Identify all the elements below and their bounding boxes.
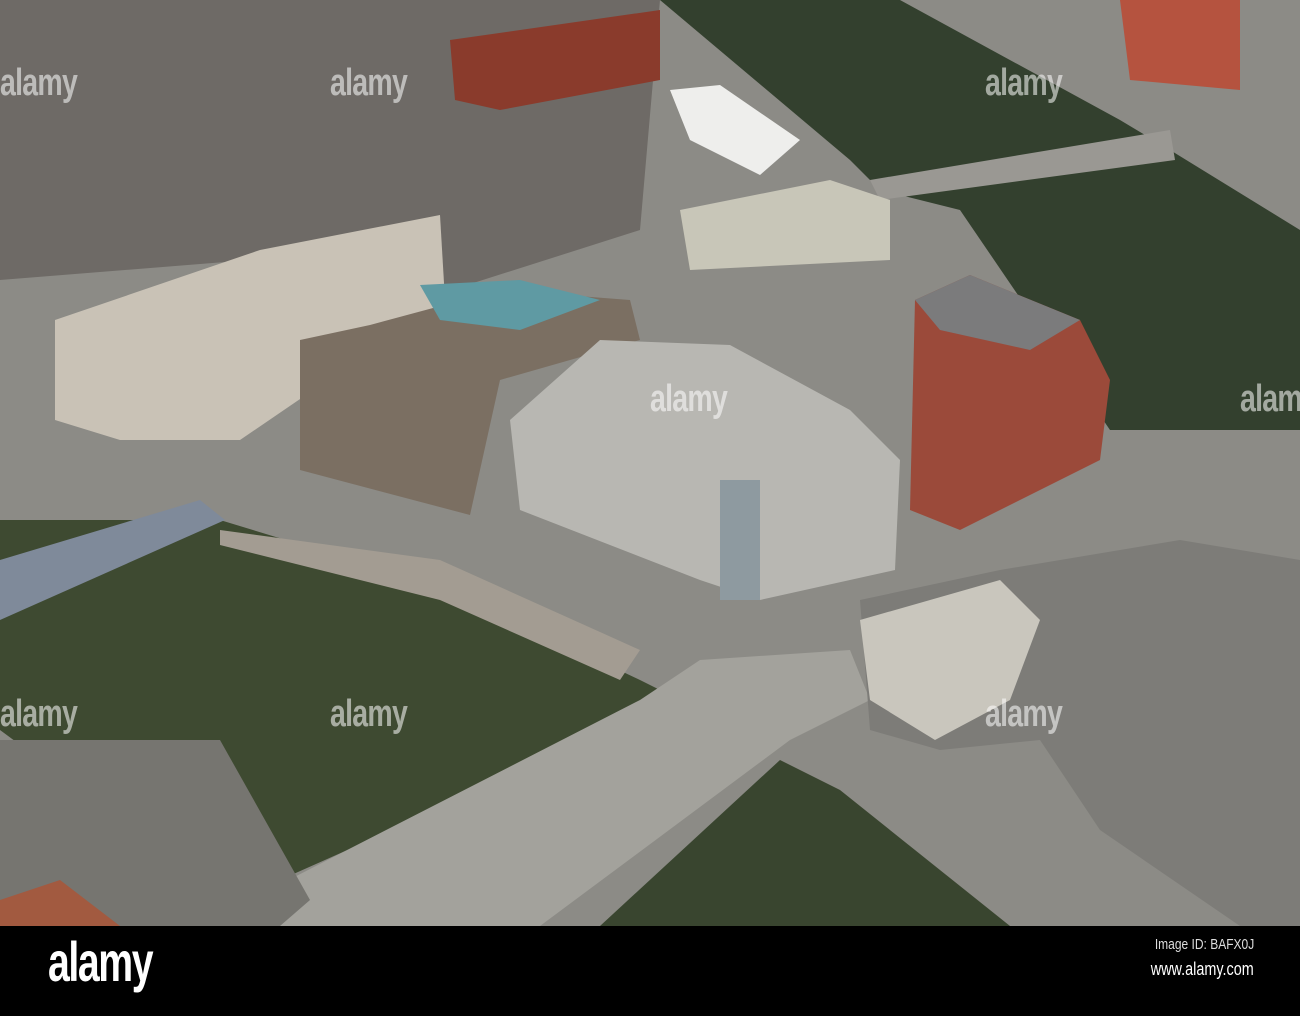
red-building-quay	[1120, 0, 1240, 90]
watermark: alamy	[0, 693, 78, 735]
watermark: alamy	[985, 693, 1063, 735]
watermark: alamy	[0, 62, 78, 104]
website-link[interactable]: www.alamy.com	[1151, 959, 1254, 980]
watermark: alamy	[330, 693, 408, 735]
footer-bar: alamy Image ID: BAFX0J www.alamy.com	[0, 926, 1300, 1016]
watermark: alamy	[1240, 378, 1300, 420]
image-id: Image ID: BAFX0J	[1154, 936, 1254, 953]
alamy-logo: alamy	[48, 930, 154, 993]
watermark: alamy	[650, 378, 728, 420]
watermark: alamy	[330, 62, 408, 104]
aerial-city-photo	[0, 0, 1300, 926]
stock-photo: alamy alamy alamy alamy alamy alamy alam…	[0, 0, 1300, 1016]
watermark: alamy	[985, 62, 1063, 104]
glass-tower	[720, 480, 760, 600]
